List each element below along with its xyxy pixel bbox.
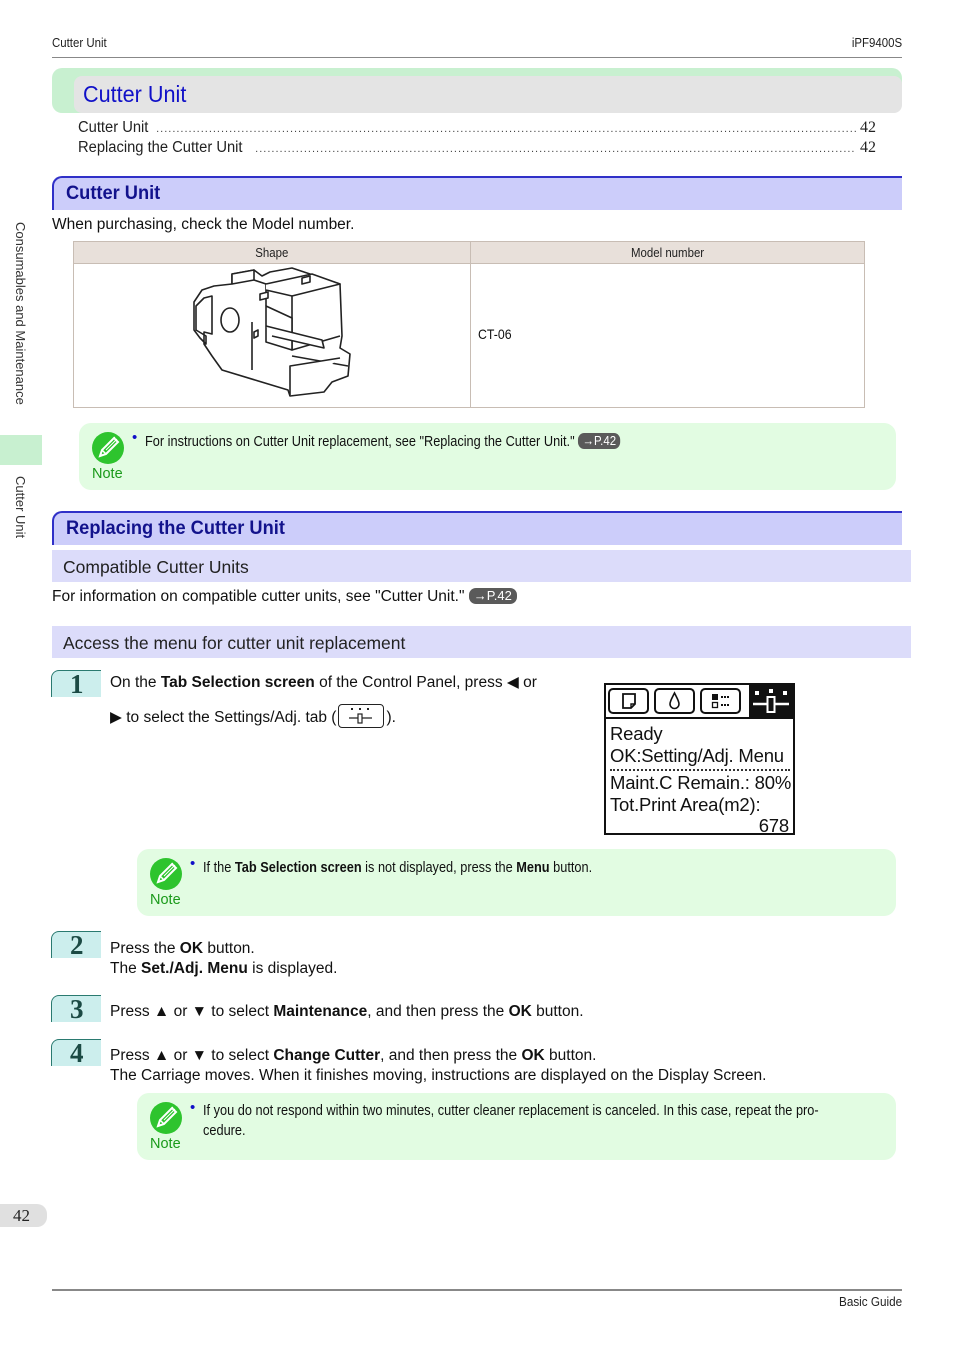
section-heading-cutter-unit: Cutter Unit xyxy=(52,176,902,210)
cutter-unit-illustration xyxy=(193,267,351,397)
footer-guide-title: Basic Guide xyxy=(838,1294,902,1309)
table-header-divider xyxy=(74,263,864,264)
step-number-3: 3 xyxy=(51,994,101,1024)
step-2-text: Press the OK button. The Set./Adj. Menu … xyxy=(110,940,338,977)
page-ref-link[interactable]: →P.42 xyxy=(468,588,517,604)
step-4-text: Press ▲ or ▼ to select Change Cutter, an… xyxy=(110,1047,767,1084)
table-header-shape: Shape xyxy=(74,242,470,263)
lcd-status: Ready xyxy=(610,723,663,744)
toc-leader-dots: ........................................… xyxy=(156,123,856,135)
table-cell-model: CT-06 xyxy=(478,326,512,342)
step-3-text: Press ▲ or ▼ to select Maintenance, and … xyxy=(110,1003,584,1020)
toc-entry[interactable]: Replacing the Cutter Unit ..............… xyxy=(78,139,876,159)
section-title: Cutter Unit xyxy=(66,183,161,204)
running-header-section: Cutter Unit xyxy=(52,35,107,50)
page-ref-link[interactable]: →P.42 xyxy=(578,433,621,449)
toc-entry[interactable]: Cutter Unit ............................… xyxy=(78,119,876,139)
compatible-text: For information on compatible cutter uni… xyxy=(52,588,517,606)
toc-entry-label[interactable]: Replacing the Cutter Unit xyxy=(78,139,243,157)
lcd-divider xyxy=(610,769,790,771)
note-text: If the Tab Selection screen is not displ… xyxy=(203,860,593,876)
job-tab-icon xyxy=(700,688,741,714)
note-bullet: • xyxy=(190,1099,196,1116)
subsection-heading-access-menu: Access the menu for cutter unit replacem… xyxy=(52,626,911,658)
toc-leader-dots: ........................................… xyxy=(255,143,856,155)
note-bullet: • xyxy=(190,855,196,872)
side-tab-current[interactable]: Cutter Unit xyxy=(13,476,28,538)
note-label: Note xyxy=(92,466,123,482)
subsection-title: Access the menu for cutter unit replacem… xyxy=(63,633,406,653)
table-header-model: Model number xyxy=(471,242,864,263)
ink-tab-icon xyxy=(654,688,695,714)
lcd-maint-remain: Maint.C Remain.: 80% xyxy=(610,772,792,793)
step-1-text: On the Tab Selection screen of the Contr… xyxy=(110,674,537,728)
step-number-4: 4 xyxy=(51,1038,101,1068)
page-number: 42 xyxy=(0,1204,47,1227)
note-label: Note xyxy=(150,892,181,908)
section-title: Replacing the Cutter Unit xyxy=(66,518,285,539)
toc-entry-page[interactable]: 42 xyxy=(860,119,876,137)
footer-divider xyxy=(52,1289,902,1291)
section-heading-replacing: Replacing the Cutter Unit xyxy=(52,511,902,545)
note-box: Note • If you do not respond within two … xyxy=(137,1093,896,1160)
note-box: Note • For instructions on Cutter Unit r… xyxy=(79,423,896,490)
lcd-print-area-value: 678 xyxy=(758,815,789,836)
header-divider xyxy=(52,57,902,58)
step-number-2: 2 xyxy=(51,930,101,960)
control-panel-display: Ready OK:Setting/Adj. Menu Maint.C Remai… xyxy=(604,683,795,836)
lcd-tab-bar xyxy=(606,685,793,719)
intro-text: When purchasing, check the Model number. xyxy=(52,216,355,233)
note-box: Note • If the Tab Selection screen is no… xyxy=(137,849,896,916)
subsection-title: Compatible Cutter Units xyxy=(63,557,249,577)
running-header-model: iPF9400S xyxy=(851,35,902,50)
lcd-print-area-label: Tot.Print Area(m2): xyxy=(610,794,761,815)
model-table: Shape Model number CT-06 xyxy=(73,241,865,408)
note-pencil-icon xyxy=(92,432,124,464)
side-tab-marker xyxy=(0,435,42,465)
subsection-heading-compatible: Compatible Cutter Units xyxy=(52,550,911,582)
table-column-divider xyxy=(470,242,471,407)
note-text: If you do not respond within two minutes… xyxy=(203,1103,819,1139)
settings-adj-tab-icon xyxy=(338,704,385,728)
paper-tab-icon xyxy=(608,688,649,714)
note-label: Note xyxy=(150,1136,181,1152)
step-number-1: 1 xyxy=(51,669,101,699)
side-tab-chapter[interactable]: Consumables and Maintenance xyxy=(13,222,28,405)
toc-entry-page[interactable]: 42 xyxy=(860,139,876,157)
note-pencil-icon xyxy=(150,1102,182,1134)
lcd-ok-hint: OK:Setting/Adj. Menu xyxy=(610,745,784,766)
chapter-title-inner xyxy=(74,76,902,113)
note-pencil-icon xyxy=(150,858,182,890)
chapter-title: Cutter Unit xyxy=(83,81,187,107)
note-text: For instructions on Cutter Unit replacem… xyxy=(145,432,621,452)
toc-entry-label[interactable]: Cutter Unit xyxy=(78,119,148,137)
note-bullet: • xyxy=(132,429,138,446)
settings-adj-tab-active xyxy=(749,685,793,717)
